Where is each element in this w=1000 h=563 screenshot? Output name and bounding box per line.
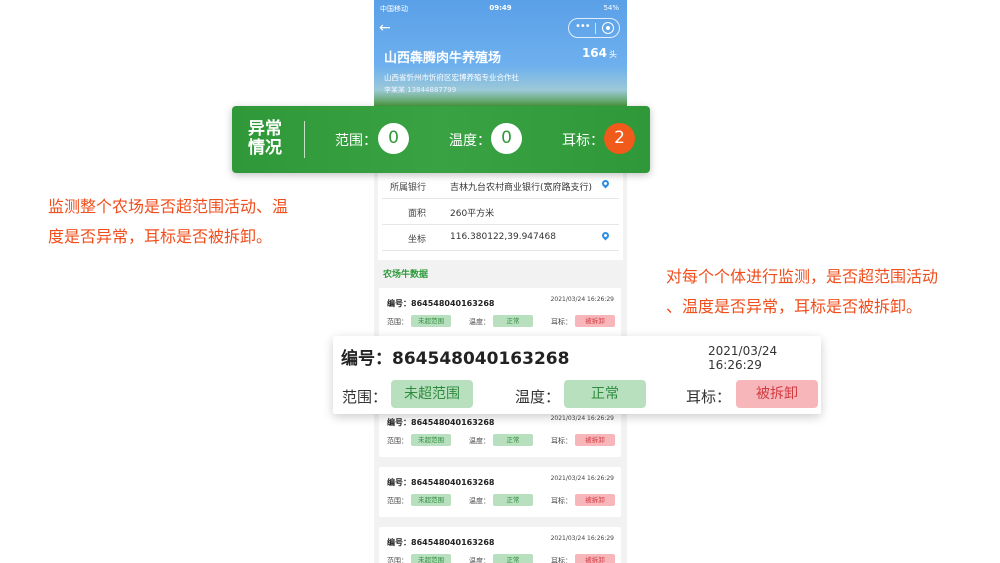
range-tag: 未超范围 (411, 494, 451, 506)
abnormal-summary-panel: 异常情况 范围： 0 温度： 0 耳标： 2 (232, 106, 650, 173)
ear-tag-status: 被拆卸 (575, 315, 615, 327)
ear-tag-status: 被拆卸 (575, 434, 615, 446)
ear-tag-label: 耳标： (562, 133, 604, 149)
list-item[interactable]: 编号：864548040163268 2021/03/24 16:26:29 范… (379, 467, 621, 517)
back-arrow-icon[interactable]: ← (379, 20, 391, 36)
range-tag: 未超范围 (411, 554, 451, 563)
clock: 09:49 (489, 4, 512, 12)
record-time: 2021/03/24 16:26:29 (708, 344, 778, 372)
info-row-bank: 所属银行 吉林九台农村商业银行(宽府路支行) (382, 172, 619, 199)
section-title: 农场牛数据 (383, 270, 429, 280)
range-tag: 未超范围 (411, 434, 451, 446)
location-pin-icon[interactable] (600, 230, 611, 241)
abnormal-title: 异常情况 (248, 119, 282, 158)
temp-tag: 正常 (564, 380, 646, 408)
ear-tag-status: 被拆卸 (575, 494, 615, 506)
contact-info: 李某某 13844887799 (384, 86, 457, 94)
info-row-coordinates: 坐标 116.380122,39.947468 (382, 224, 619, 251)
range-tag: 未超范围 (411, 315, 451, 327)
list-item[interactable]: 编号：864548040163268 2021/03/24 16:26:29 范… (379, 288, 621, 338)
temp-tag: 正常 (493, 434, 533, 446)
head-count: 164 头 (581, 46, 617, 60)
temp-tag: 正常 (493, 315, 533, 327)
more-icon[interactable]: ••• (575, 21, 591, 32)
mini-program-capsule[interactable]: ••• (568, 18, 620, 38)
phone-screen: 中国移动 09:49 54% ← ••• 山西犇腾肉牛养殖场 164 头 山西省忻… (374, 0, 627, 563)
farm-name: 山西犇腾肉牛养殖场 (384, 51, 502, 66)
temp-tag: 正常 (493, 494, 533, 506)
list-item[interactable]: 编号：864548040163268 2021/03/24 16:26:29 范… (379, 407, 621, 457)
farm-header-banner: 中国移动 09:49 54% ← ••• 山西犇腾肉牛养殖场 164 头 山西省忻… (374, 0, 627, 120)
individual-monitoring-note: 对每个个体进行监测，是否超范围活动 、温度是否异常，耳标是否被拆卸。 (666, 267, 939, 316)
temp-label: 温度： (449, 133, 491, 149)
record-id: 编号：864548040163268 (341, 349, 570, 369)
ear-tag-status: 被拆卸 (575, 554, 615, 563)
farm-monitoring-note: 监测整个农场是否超范围活动、温 度是否异常，耳标是否被拆卸。 (48, 197, 289, 246)
temp-count[interactable]: 0 (491, 123, 522, 154)
status-bar: 中国移动 09:49 54% (374, 4, 627, 16)
location-pin-icon[interactable] (600, 178, 611, 189)
info-row-area: 面积 260平方米 (382, 198, 619, 225)
ear-tag-status: 被拆卸 (736, 380, 818, 408)
zoomed-record-card: 编号：864548040163268 2021/03/24 16:26:29 范… (333, 336, 821, 414)
ear-tag-count[interactable]: 2 (604, 123, 635, 154)
cooperative-name: 山西省忻州市忻府区宏博养殖专业合作社 (384, 73, 519, 82)
range-count[interactable]: 0 (378, 123, 409, 154)
range-label: 范围： (335, 133, 377, 149)
temp-tag: 正常 (493, 554, 533, 563)
battery-label: 54% (603, 4, 619, 12)
close-target-icon[interactable] (602, 22, 614, 34)
list-item[interactable]: 编号：864548040163268 2021/03/24 16:26:29 范… (379, 527, 621, 563)
range-tag: 未超范围 (391, 380, 473, 408)
